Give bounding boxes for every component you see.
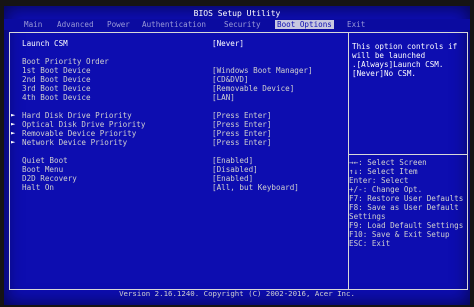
boot-device-2-label: 2nd Boot Device bbox=[22, 75, 91, 84]
submenu-arrow-icon: ► bbox=[11, 138, 16, 146]
submenu-arrow-icon: ► bbox=[11, 111, 16, 119]
submenu-arrow-icon: ► bbox=[11, 120, 16, 128]
network-priority-label[interactable]: Network Device Priority bbox=[22, 138, 127, 147]
tab-security[interactable]: Security bbox=[224, 20, 261, 29]
key-f7-restore: F7: Restore User Defaults bbox=[349, 194, 464, 203]
halt-on-value[interactable]: [All, but Keyboard] bbox=[212, 183, 299, 192]
menu-bar: Main Advanced Power Authentication Secur… bbox=[4, 19, 470, 30]
boot-menu-label: Boot Menu bbox=[22, 165, 64, 174]
version-footer: Version 2.16.1240. Copyright (C) 2002-20… bbox=[119, 289, 355, 298]
halt-on-label: Halt On bbox=[22, 183, 55, 192]
odd-priority-label[interactable]: Optical Disk Drive Priority bbox=[22, 120, 145, 129]
key-enter-select: Enter: Select bbox=[349, 176, 409, 185]
hdd-priority-label[interactable]: Hard Disk Drive Priority bbox=[22, 111, 132, 120]
help-divider bbox=[348, 154, 468, 155]
quiet-boot-label: Quiet Boot bbox=[22, 156, 68, 165]
d2d-recovery-label: D2D Recovery bbox=[22, 174, 77, 183]
help-line-2: will be launched bbox=[352, 51, 426, 60]
boot-device-2-value[interactable]: [CD&DVD] bbox=[212, 75, 249, 84]
network-priority-value[interactable]: [Press Enter] bbox=[212, 138, 271, 147]
tab-authentication[interactable]: Authentication bbox=[142, 20, 206, 29]
boot-device-3-value[interactable]: [Removable Device] bbox=[212, 84, 294, 93]
key-select-item: ↑↓: Select Item bbox=[349, 167, 418, 176]
boot-device-1-label: 1st Boot Device bbox=[22, 66, 91, 75]
bios-title: BIOS Setup Utility bbox=[193, 9, 281, 18]
hdd-priority-value[interactable]: [Press Enter] bbox=[212, 111, 271, 120]
removable-priority-label[interactable]: Removable Device Priority bbox=[22, 129, 136, 138]
key-esc-exit: ESC: Exit bbox=[349, 239, 391, 248]
tab-exit[interactable]: Exit bbox=[347, 20, 365, 29]
boot-device-3-label: 3rd Boot Device bbox=[22, 84, 91, 93]
tab-advanced[interactable]: Advanced bbox=[57, 20, 94, 29]
submenu-arrow-icon: ► bbox=[11, 129, 16, 137]
key-f8-save: F8: Save as User Default bbox=[349, 203, 459, 212]
boot-priority-heading: Boot Priority Order bbox=[22, 57, 109, 66]
launch-csm-label: Launch CSM bbox=[22, 39, 68, 48]
tab-power[interactable]: Power bbox=[107, 20, 130, 29]
tab-main[interactable]: Main bbox=[24, 20, 42, 29]
key-f8-settings: Settings bbox=[349, 212, 386, 221]
key-change-opt: +/-: Change Opt. bbox=[349, 185, 423, 194]
bios-screen: BIOS Setup Utility Main Advanced Power A… bbox=[4, 6, 470, 305]
launch-csm-value[interactable]: [Never] bbox=[212, 39, 244, 48]
d2d-recovery-value[interactable]: [Enabled] bbox=[212, 174, 253, 183]
boot-device-4-label: 4th Boot Device bbox=[22, 93, 91, 102]
key-f10-save-exit: F10: Save & Exit Setup bbox=[349, 230, 450, 239]
help-line-1: This option controls if bbox=[352, 42, 458, 51]
help-line-3: .[Always]Launch CSM. bbox=[352, 60, 444, 69]
key-select-screen: →←: Select Screen bbox=[349, 158, 427, 167]
boot-device-4-value[interactable]: [LAN] bbox=[212, 93, 235, 102]
quiet-boot-value[interactable]: [Enabled] bbox=[212, 156, 253, 165]
odd-priority-value[interactable]: [Press Enter] bbox=[212, 120, 271, 129]
help-line-4: [Never]No CSM. bbox=[352, 69, 417, 78]
removable-priority-value[interactable]: [Press Enter] bbox=[212, 129, 271, 138]
boot-device-1-value[interactable]: [Windows Boot Manager] bbox=[212, 66, 313, 75]
key-f9-load: F9: Load Default Settings bbox=[349, 221, 464, 230]
boot-menu-value[interactable]: [Disabled] bbox=[212, 165, 258, 174]
tab-boot-options[interactable]: Boot Options bbox=[275, 20, 334, 29]
